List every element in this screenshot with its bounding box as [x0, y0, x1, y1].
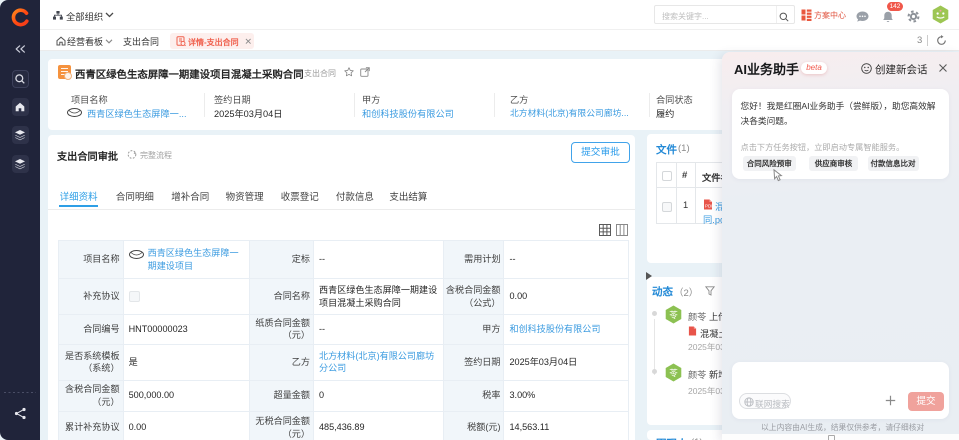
svg-text:苓: 苓 [669, 309, 678, 320]
svg-text:苓: 苓 [669, 367, 678, 378]
svg-text:PDF: PDF [705, 204, 713, 209]
